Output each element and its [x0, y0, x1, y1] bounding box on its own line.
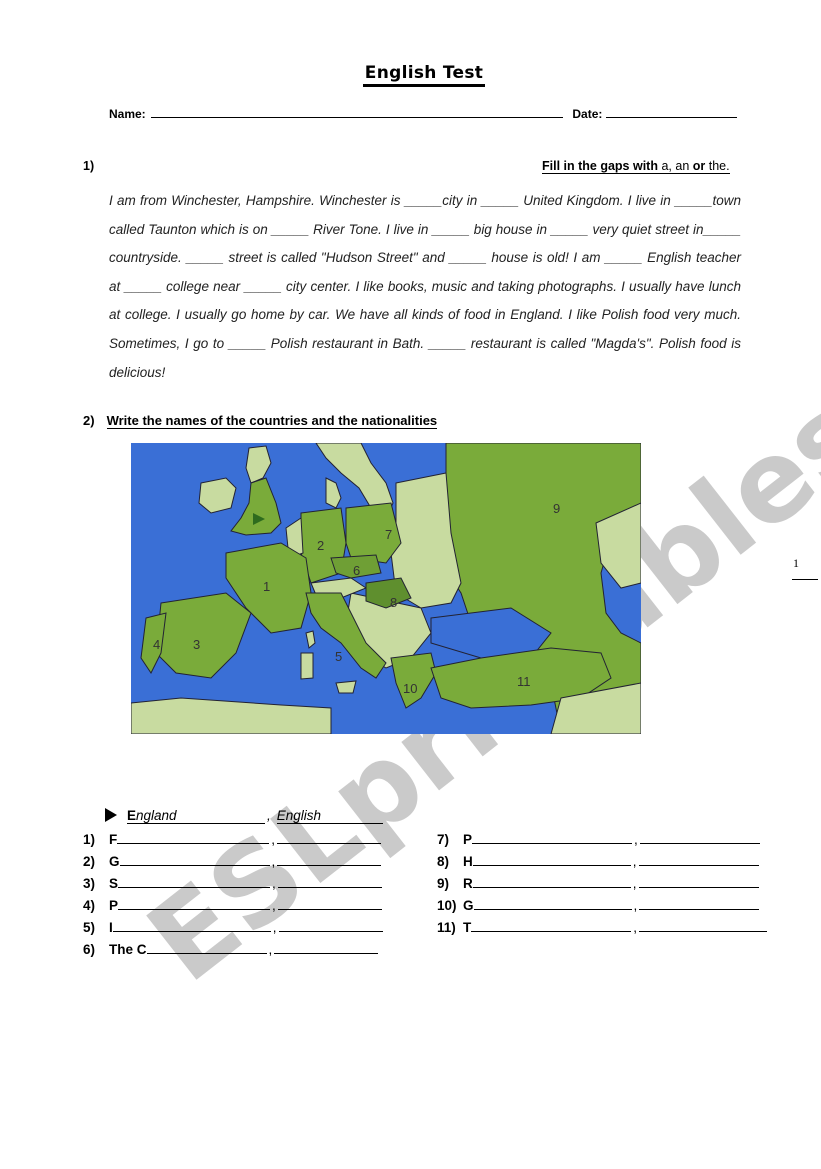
country-field[interactable]: [119, 852, 270, 866]
page-number: 1: [793, 556, 799, 570]
map-label-10: 10: [403, 681, 417, 696]
europe-map: 1 2 3 4 5 6 7 8 9 10 11: [131, 443, 641, 734]
answer-row-3: 3) S,: [83, 873, 383, 895]
answer-row-2: 2) G,: [83, 851, 383, 873]
name-field[interactable]: [151, 106, 564, 118]
nationality-field[interactable]: [277, 830, 382, 844]
question-1-number: 1): [83, 159, 95, 173]
page-title: English Test: [0, 63, 821, 87]
nationality-field[interactable]: [639, 918, 768, 932]
question-2-heading: 2) Write the names of the countries and t…: [83, 413, 438, 429]
map-label-3: 3: [193, 637, 200, 652]
country-field[interactable]: [473, 896, 632, 910]
country-field[interactable]: [118, 874, 271, 888]
europe-map-image: 1 2 3 4 5 6 7 8 9 10 11: [131, 443, 641, 734]
nationality-field[interactable]: [639, 896, 760, 910]
country-field[interactable]: [146, 940, 267, 954]
map-label-2: 2: [317, 538, 324, 553]
question-1-instruction: Fill in the gaps with a, an or the.: [542, 159, 730, 174]
nationality-field[interactable]: [638, 874, 759, 888]
nationality-field[interactable]: [274, 940, 379, 954]
answer-row-5: 5) I,: [83, 917, 383, 939]
map-label-1: 1: [263, 579, 270, 594]
country-field[interactable]: [117, 830, 270, 844]
map-label-6: 6: [353, 563, 360, 578]
map-label-5: 5: [335, 649, 342, 664]
country-field[interactable]: [471, 918, 632, 932]
answer-row-1: 1) F,: [83, 829, 383, 851]
map-label-7: 7: [385, 527, 392, 542]
date-label: Date:: [572, 107, 603, 121]
map-label-8: 8: [390, 595, 397, 610]
arrow-right-icon: [105, 808, 117, 822]
country-field[interactable]: [472, 852, 631, 866]
nationality-field[interactable]: [277, 852, 382, 866]
name-date-row: Name: Date:: [109, 106, 737, 121]
map-label-11: 11: [517, 674, 531, 689]
answer-row-9: 9) R,: [437, 873, 767, 895]
date-field[interactable]: [605, 106, 737, 118]
nationality-field[interactable]: [278, 918, 383, 932]
answer-row-8: 8) H,: [437, 851, 767, 873]
map-label-9: 9: [553, 501, 560, 516]
nationality-field[interactable]: [638, 852, 759, 866]
nationality-field[interactable]: [277, 896, 382, 910]
nationality-field[interactable]: [639, 830, 760, 844]
answer-row-11: 11) T,: [437, 917, 768, 939]
answer-row-7: 7) P,: [437, 829, 767, 851]
country-field[interactable]: [472, 830, 633, 844]
question-2-instruction: Write the names of the countries and the…: [106, 413, 438, 429]
gap-fill-paragraph: I am from Winchester, Hampshire. Winches…: [109, 193, 741, 380]
map-label-4: 4: [153, 637, 160, 652]
example-answer: England, English: [105, 808, 383, 824]
answers-left-column: 1) F, 2) G, 3) S, 4) P, 5) I, 6) The C,: [83, 829, 383, 961]
name-label: Name:: [109, 107, 146, 121]
country-field[interactable]: [472, 874, 631, 888]
answer-row-6: 6) The C,: [83, 939, 383, 961]
answers-right-column: 7) P, 8) H, 9) R, 10) G, 11) T,: [437, 829, 768, 939]
answer-row-10: 10) G,: [437, 895, 767, 917]
page-number-divider: [792, 579, 818, 580]
country-field[interactable]: [118, 896, 271, 910]
answer-row-4: 4) P,: [83, 895, 383, 917]
country-field[interactable]: [112, 918, 271, 932]
nationality-field[interactable]: [277, 874, 382, 888]
